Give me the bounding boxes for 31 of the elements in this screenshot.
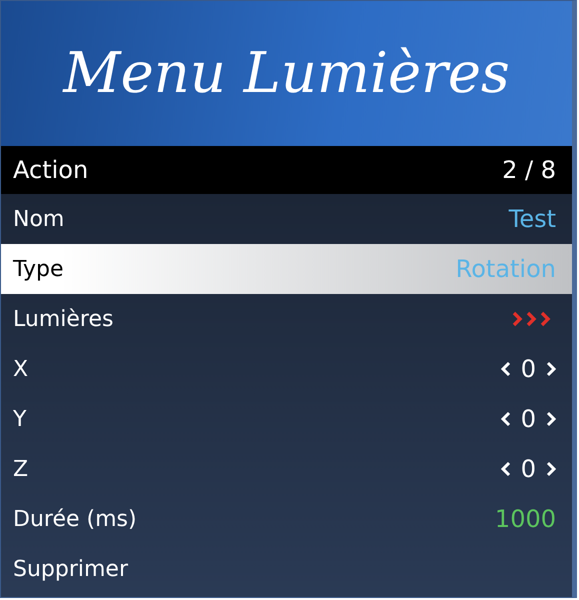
item-value: 0 bbox=[520, 455, 536, 483]
item-label: Durée (ms) bbox=[13, 506, 137, 532]
chevron-left-icon[interactable] bbox=[500, 361, 511, 377]
item-value: Test bbox=[508, 205, 556, 233]
menu-item[interactable]: Durée (ms) 1000 bbox=[1, 494, 572, 544]
item-label: X bbox=[13, 356, 28, 382]
item-value: 0 bbox=[520, 405, 536, 433]
menu-item[interactable]: X 0 bbox=[1, 344, 572, 394]
chevron-right-icon[interactable] bbox=[546, 461, 556, 477]
chevron-right-icon[interactable] bbox=[546, 361, 556, 377]
menu-item[interactable]: Z 0 bbox=[1, 444, 572, 494]
item-value: 0 bbox=[520, 355, 536, 383]
menu-item[interactable]: Supprimer bbox=[1, 544, 572, 594]
menu-item[interactable]: Lumières bbox=[1, 294, 572, 344]
item-label: Type bbox=[13, 256, 64, 282]
item-label: Z bbox=[13, 456, 28, 482]
item-value: Rotation bbox=[456, 255, 556, 283]
menu-item[interactable]: Type Rotation bbox=[1, 244, 572, 294]
menu-item[interactable]: Nom Test bbox=[1, 194, 572, 244]
menu-title: Menu Lumières bbox=[63, 41, 510, 106]
item-label: Lumières bbox=[13, 306, 114, 332]
menu-item[interactable]: Y 0 bbox=[1, 394, 572, 444]
chevron-left-icon[interactable] bbox=[500, 411, 511, 427]
item-label: Y bbox=[13, 406, 26, 432]
chevron-left-icon[interactable] bbox=[500, 461, 511, 477]
chevron-right-icon[interactable] bbox=[546, 411, 556, 427]
item-value: 1000 bbox=[494, 505, 556, 533]
subtitle-label: Action bbox=[13, 156, 88, 184]
item-counter: 2 / 8 bbox=[502, 156, 556, 184]
item-label: Supprimer bbox=[13, 556, 128, 582]
item-label: Nom bbox=[13, 206, 64, 232]
